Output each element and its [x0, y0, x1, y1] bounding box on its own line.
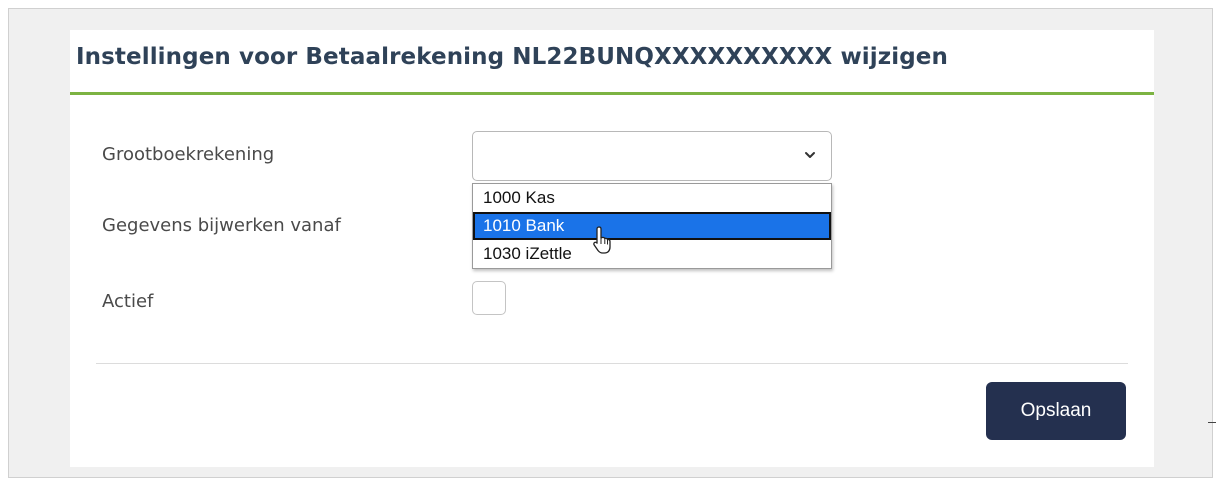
dialog-title: Instellingen voor Betaalrekening NL22BUN… — [76, 44, 948, 70]
settings-form: Grootboekrekening Gegevens bijwerken van… — [70, 95, 1154, 467]
ledger-account-select[interactable] — [472, 131, 832, 181]
chevron-down-icon — [805, 152, 815, 158]
dropdown-option-bank[interactable]: 1010 Bank — [473, 212, 831, 240]
dropdown-option-izettle[interactable]: 1030 iZettle — [473, 240, 831, 268]
ledger-account-dropdown[interactable]: 1000 Kas 1010 Bank 1030 iZettle — [472, 183, 832, 269]
active-label: Actief — [102, 291, 154, 312]
save-button[interactable]: Opslaan — [986, 382, 1126, 440]
dropdown-option-kas[interactable]: 1000 Kas — [473, 184, 831, 212]
dialog-header: Instellingen voor Betaalrekening NL22BUN… — [70, 30, 1154, 95]
active-checkbox[interactable] — [472, 281, 506, 315]
form-divider — [96, 363, 1128, 364]
edge-marker — [1208, 422, 1216, 423]
ledger-account-label: Grootboekrekening — [102, 144, 275, 165]
update-from-label: Gegevens bijwerken vanaf — [102, 215, 341, 236]
hand-pointer-cursor-icon — [593, 226, 611, 254]
